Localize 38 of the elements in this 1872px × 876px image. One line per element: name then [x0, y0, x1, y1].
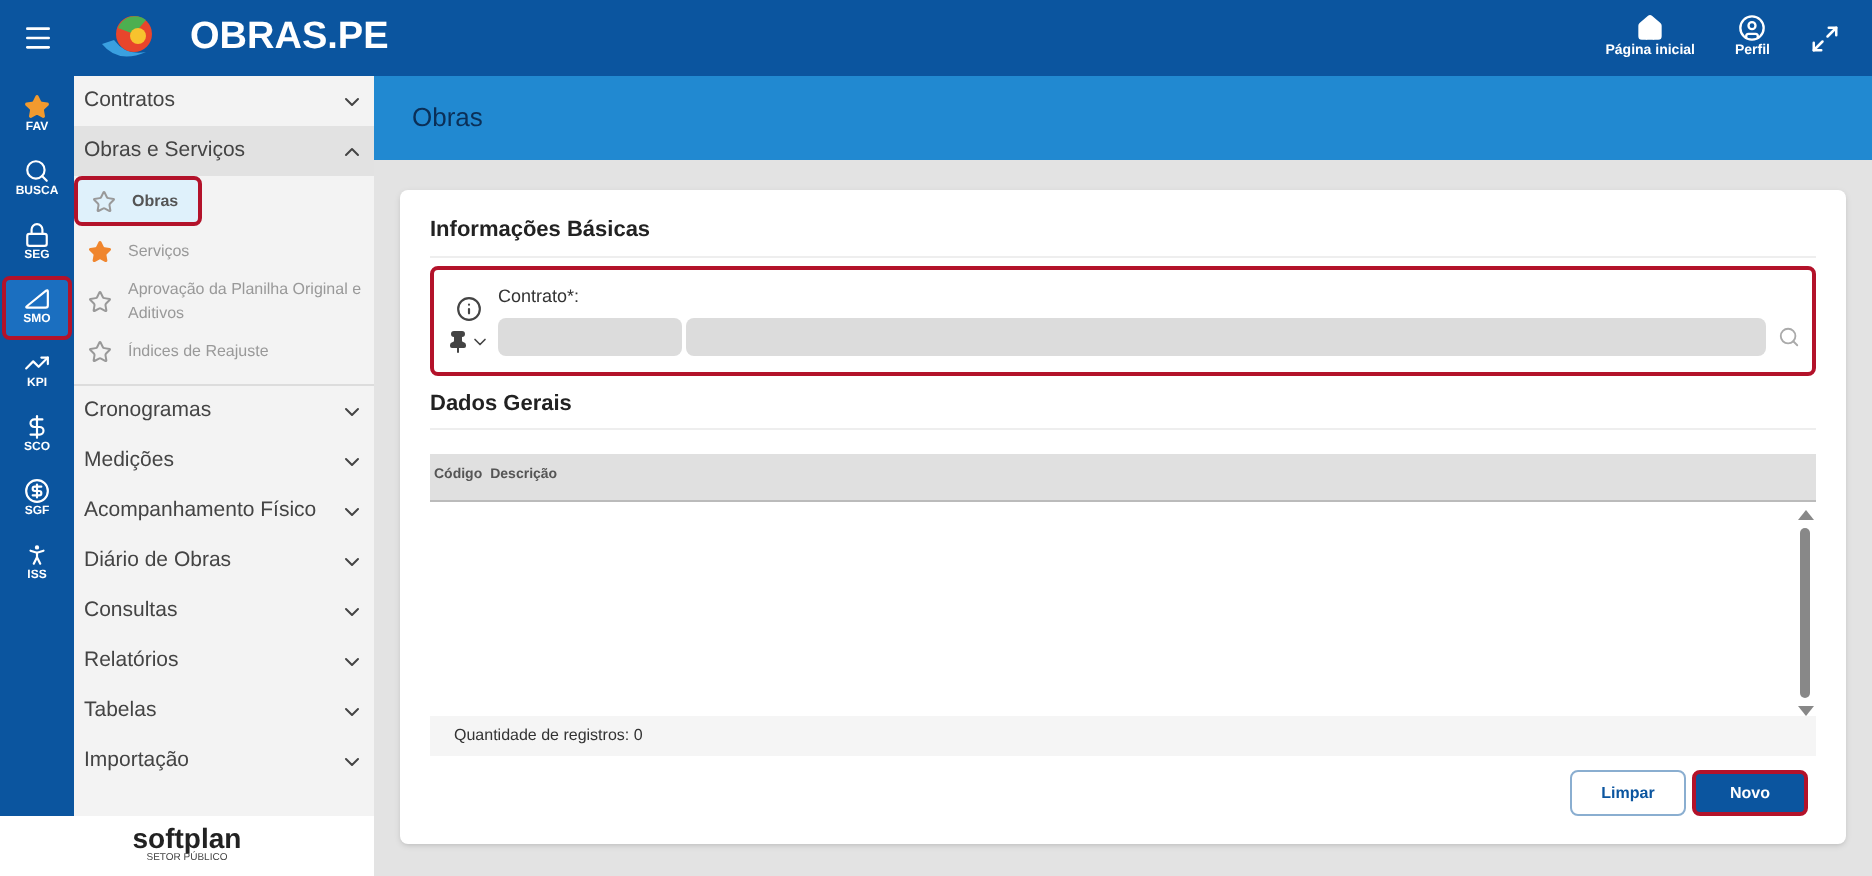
pin-icon	[446, 329, 470, 353]
person-icon	[24, 542, 50, 568]
record-count: Quantidade de registros: 0	[454, 724, 643, 748]
menu-group[interactable]: Relatórios	[74, 636, 374, 686]
ruler-triangle-icon	[24, 286, 50, 312]
menu-group[interactable]: Diário de Obras	[74, 536, 374, 586]
menu-group[interactable]: Cronogramas	[74, 386, 374, 436]
pin-dropdown-button[interactable]	[446, 329, 490, 353]
new-button[interactable]: Novo	[1692, 770, 1808, 816]
contract-code-field[interactable]	[498, 317, 682, 355]
menu-group[interactable]: Medições	[74, 436, 374, 486]
section-title: Dados Gerais	[430, 387, 1816, 430]
menu-group[interactable]: Obras e Serviços	[74, 126, 374, 176]
info-icon	[455, 295, 481, 321]
search-icon	[24, 158, 50, 184]
search-icon	[1778, 325, 1800, 347]
lock-icon	[24, 222, 50, 248]
clear-button[interactable]: Limpar	[1570, 770, 1686, 816]
field-label: Contrato*:	[498, 284, 582, 310]
menu-group[interactable]: Importação	[74, 736, 374, 786]
fullscreen-button[interactable]	[1810, 23, 1840, 53]
menu-group[interactable]: Consultas	[74, 586, 374, 636]
contract-description-field[interactable]	[686, 317, 1766, 355]
coin-icon	[24, 478, 50, 504]
menu-group[interactable]: Acompanhamento Físico	[74, 486, 374, 536]
app-title: OBRAS.PE	[190, 13, 389, 62]
section-title: Informações Básicas	[430, 214, 1816, 257]
user-icon	[1738, 13, 1767, 42]
page-title: Obras	[412, 100, 483, 137]
menu-item[interactable]: Obras	[74, 176, 202, 226]
star-icon	[24, 94, 50, 120]
expand-icon	[1810, 23, 1840, 53]
menu-icon	[21, 22, 53, 54]
menu-group[interactable]: Contratos	[74, 76, 374, 126]
dollar-icon	[24, 414, 50, 440]
home-icon	[1636, 13, 1665, 42]
company-logo: softplan	[132, 824, 242, 853]
menu-group[interactable]: Tabelas	[74, 686, 374, 736]
